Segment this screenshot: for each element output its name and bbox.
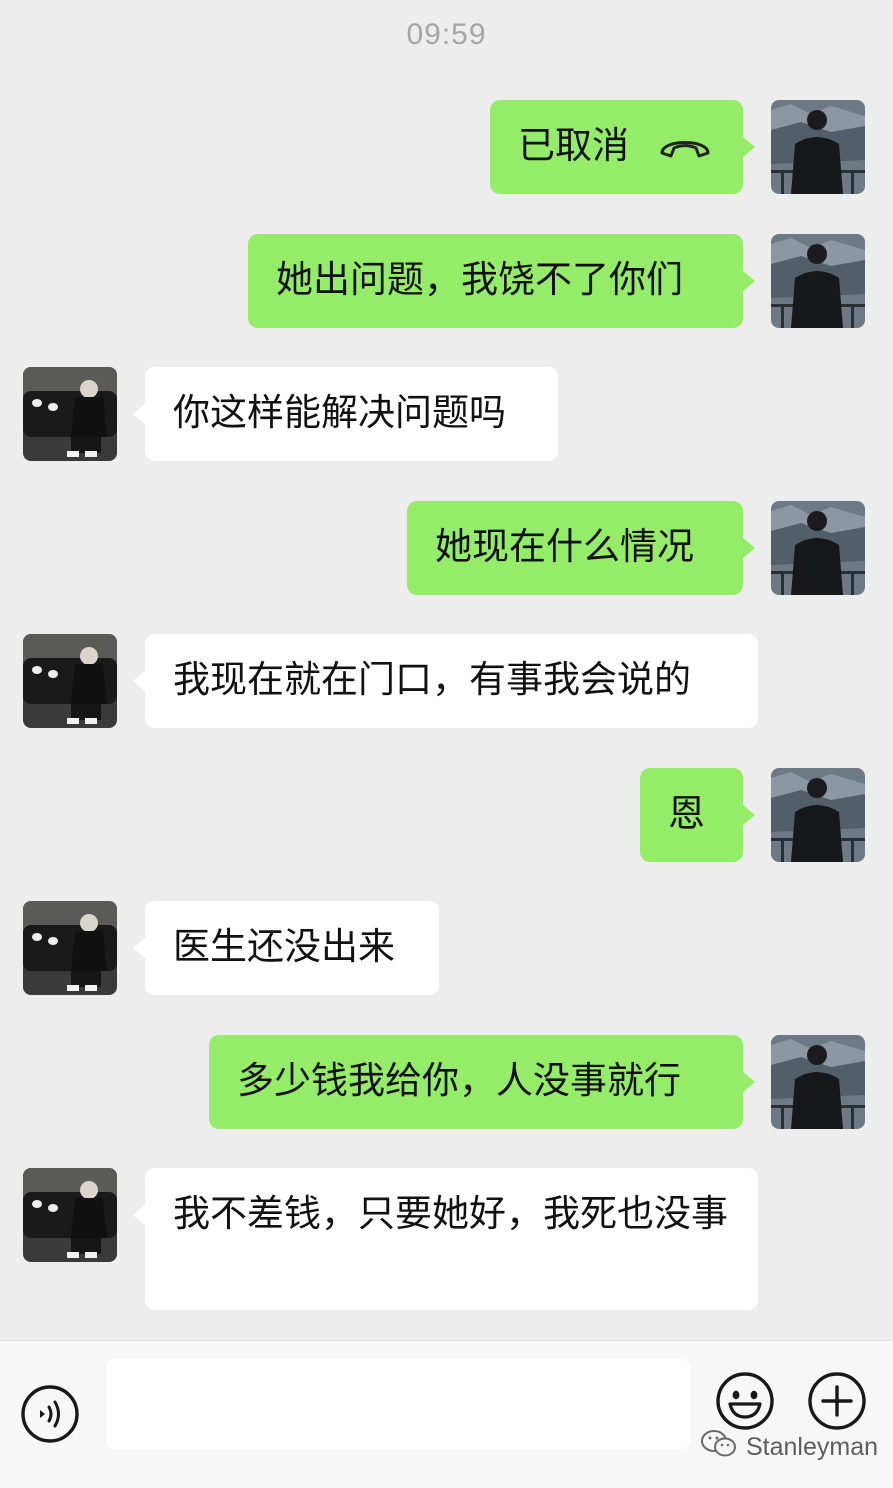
- my-avatar[interactable]: [771, 1035, 865, 1129]
- message-text: 我现在就在门口，有事我会说的: [173, 658, 691, 701]
- plus-icon[interactable]: [807, 1371, 867, 1431]
- contact-avatar[interactable]: [23, 367, 117, 461]
- emoji-icon[interactable]: [715, 1371, 775, 1431]
- message-input[interactable]: [106, 1359, 690, 1449]
- message-text: 她现在什么情况: [435, 525, 694, 568]
- sent-message-bubble[interactable]: 多少钱我给你，人没事就行: [209, 1035, 755, 1129]
- received-message-bubble[interactable]: 我现在就在门口，有事我会说的: [133, 634, 758, 728]
- watermark: Stanleyman: [700, 1429, 878, 1466]
- sent-message-bubble[interactable]: 她出问题，我饶不了你们: [248, 234, 755, 328]
- sent-message-bubble[interactable]: 她现在什么情况: [407, 501, 755, 595]
- received-message-bubble[interactable]: 我不差钱，只要她好，我死也没事: [133, 1168, 758, 1310]
- message-timestamp: 09:59: [406, 18, 487, 51]
- watermark-text: Stanleyman: [746, 1433, 879, 1461]
- chat-input-bar: Stanleyman: [0, 1340, 893, 1488]
- message-text: 医生还没出来: [173, 925, 395, 968]
- my-avatar[interactable]: [771, 100, 865, 194]
- call-status-bubble[interactable]: 已取消: [490, 100, 755, 194]
- chat-area[interactable]: 09:59 已取消 她出问题，我饶不了你们 你这样能解决问题吗 她现在什么情况 …: [0, 0, 893, 1340]
- call-status-text: 已取消: [518, 124, 629, 167]
- message-text: 恩: [668, 792, 705, 835]
- received-message-bubble[interactable]: 医生还没出来: [133, 901, 439, 995]
- contact-avatar[interactable]: [23, 901, 117, 995]
- message-text: 我不差钱，只要她好，我死也没事: [173, 1192, 728, 1235]
- phone-hangup-icon: [657, 132, 713, 160]
- message-text: 她出问题，我饶不了你们: [276, 258, 683, 301]
- my-avatar[interactable]: [771, 234, 865, 328]
- message-text: 你这样能解决问题吗: [173, 391, 506, 434]
- contact-avatar[interactable]: [23, 1168, 117, 1262]
- voice-icon[interactable]: [20, 1384, 80, 1444]
- my-avatar[interactable]: [771, 501, 865, 595]
- wechat-logo-icon: [700, 1429, 738, 1466]
- my-avatar[interactable]: [771, 768, 865, 862]
- received-message-bubble[interactable]: 你这样能解决问题吗: [133, 367, 558, 461]
- contact-avatar[interactable]: [23, 634, 117, 728]
- message-text: 多少钱我给你，人没事就行: [237, 1059, 681, 1102]
- sent-message-bubble[interactable]: 恩: [640, 768, 755, 862]
